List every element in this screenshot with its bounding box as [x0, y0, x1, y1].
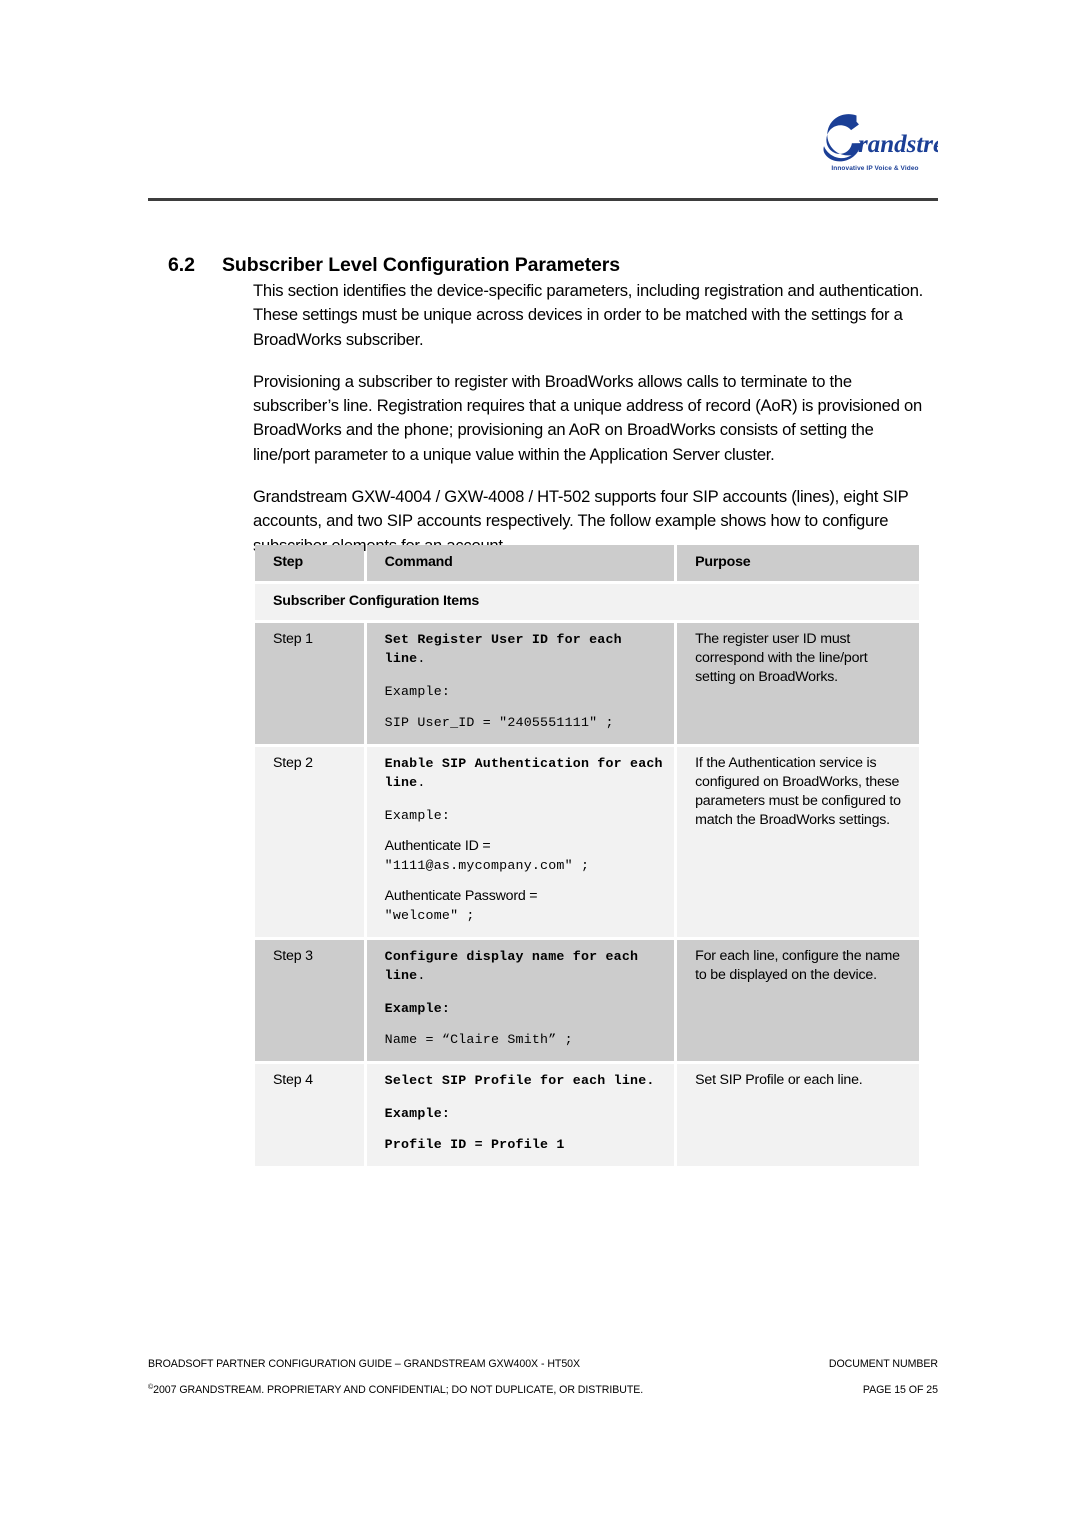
body-copy: This section identifies the device-speci…	[253, 279, 925, 576]
example-line: "1111@as.mycompany.com" ;	[384, 858, 590, 873]
command-text: Enable SIP Authentication for each line.	[384, 756, 663, 790]
table-row: Step 2 Enable SIP Authentication for eac…	[255, 747, 919, 937]
example-label: Example:	[384, 684, 451, 699]
table-row: Step 4 Select SIP Profile for each line.…	[255, 1064, 919, 1166]
command-text: Configure display name for each line.	[384, 949, 639, 983]
command-text: Select SIP Profile for each line.	[384, 1073, 655, 1088]
example-line: "welcome" ;	[384, 908, 475, 923]
cell-step: Step 1	[255, 623, 364, 744]
section-number: 6.2	[168, 254, 195, 277]
example-label: Example:	[384, 1106, 451, 1121]
subheader-label: Subscriber Configuration Items	[255, 584, 919, 620]
cell-purpose: If the Authentication service is configu…	[677, 747, 919, 937]
column-header-purpose: Purpose	[677, 545, 919, 581]
grandstream-logo-mark: randstream	[812, 112, 976, 170]
grandstream-logo: randstream Innovative IP Voice & Video	[812, 112, 976, 172]
command-text: Set Register User ID for each line.	[384, 632, 622, 666]
cell-purpose: The register user ID must correspond wit…	[677, 623, 919, 744]
cell-command: Select SIP Profile for each line. Exampl…	[366, 1064, 675, 1166]
column-header-step: Step	[255, 545, 364, 581]
example-line: Authenticate ID =	[384, 838, 491, 854]
page-header: randstream Innovative IP Voice & Video	[148, 112, 976, 200]
section-title: Subscriber Level Configuration Parameter…	[222, 254, 620, 277]
example-line: SIP User_ID = "2405551111" ;	[384, 715, 614, 730]
subscriber-configuration-table: Step Command Purpose Subscriber Configur…	[252, 542, 922, 1169]
footer-row-1: BROADSOFT PARTNER CONFIGURATION GUIDE – …	[148, 1358, 938, 1370]
example-line: Profile ID = Profile 1	[384, 1137, 565, 1152]
page-title: 6.2 Subscriber Level Configuration Parame…	[168, 254, 928, 277]
table-row: Step 1 Set Register User ID for each lin…	[255, 623, 919, 744]
cell-command: Configure display name for each line. Ex…	[366, 940, 675, 1061]
table-header-row: Step Command Purpose	[255, 545, 919, 581]
table-row: Step 3 Configure display name for each l…	[255, 940, 919, 1061]
cell-purpose: Set SIP Profile or each line.	[677, 1064, 919, 1166]
page-footer: BROADSOFT PARTNER CONFIGURATION GUIDE – …	[148, 1358, 938, 1410]
example-label: Example:	[384, 1001, 451, 1016]
svg-text:randstream: randstream	[858, 131, 938, 158]
table-subheader-row: Subscriber Configuration Items	[255, 584, 919, 620]
cell-step: Step 2	[255, 747, 364, 937]
footer-page-number: PAGE 15 OF 25	[862, 1384, 938, 1396]
cell-command: Set Register User ID for each line. Exam…	[366, 623, 675, 744]
cell-step: Step 3	[255, 940, 364, 1061]
paragraph-2: Provisioning a subscriber to register wi…	[253, 371, 922, 464]
example-line: Authenticate Password =	[384, 888, 538, 904]
footer-row-2: ©2007 GRANDSTREAM. PROPRIETARY AND CONFI…	[148, 1384, 938, 1396]
cell-step: Step 4	[255, 1064, 364, 1166]
example-label: Example:	[384, 808, 451, 823]
column-header-command: Command	[366, 545, 675, 581]
footer-copyright-text: 2007 GRANDSTREAM. PROPRIETARY AND CONFID…	[153, 1384, 644, 1396]
header-rule	[148, 198, 938, 201]
example-line: Name = “Claire Smith” ;	[384, 1032, 573, 1047]
footer-copyright: ©2007 GRANDSTREAM. PROPRIETARY AND CONFI…	[148, 1384, 643, 1396]
paragraph-1: This section identifies the device-speci…	[253, 281, 924, 349]
footer-document-number: DOCUMENT NUMBER	[828, 1358, 938, 1370]
footer-document-title: BROADSOFT PARTNER CONFIGURATION GUIDE – …	[148, 1358, 581, 1370]
cell-purpose: For each line, configure the name to be …	[677, 940, 919, 1061]
cell-command: Enable SIP Authentication for each line.…	[366, 747, 675, 937]
